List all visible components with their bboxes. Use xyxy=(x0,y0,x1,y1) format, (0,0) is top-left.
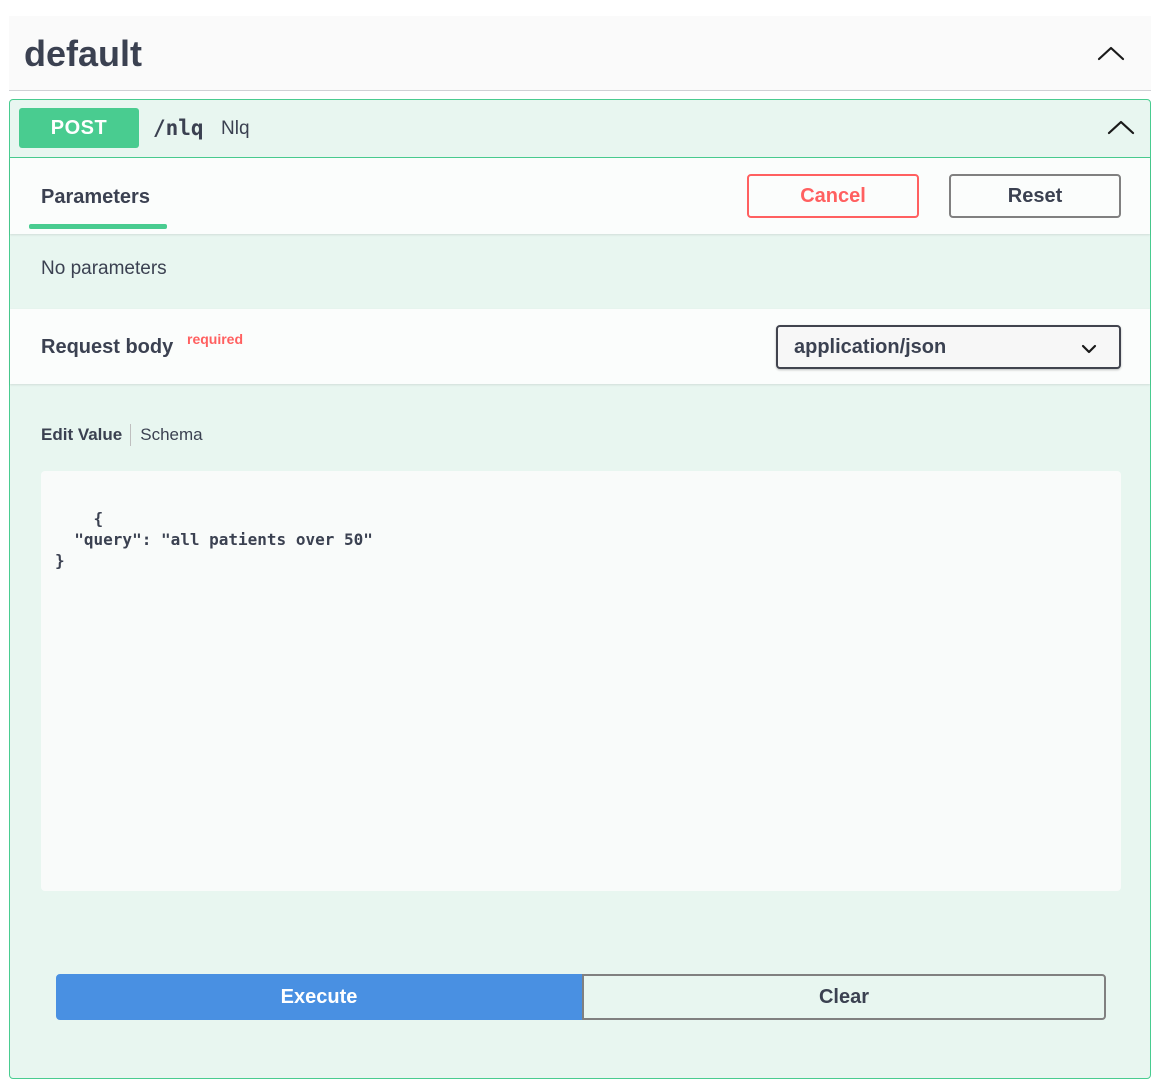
body-edit-tabs: Edit Value Schema xyxy=(41,424,203,446)
request-body-text: { "query": "all patients over 50" } xyxy=(55,509,373,570)
tab-active-indicator xyxy=(29,224,167,229)
execute-button[interactable]: Execute xyxy=(56,974,582,1020)
method-badge: POST xyxy=(19,108,139,148)
execute-actions: Execute Clear xyxy=(56,974,1106,1020)
operation-summary[interactable]: POST /nlq Nlq xyxy=(10,100,1150,158)
chevron-up-icon[interactable] xyxy=(1104,112,1138,142)
no-parameters-text: No parameters xyxy=(41,258,167,279)
tab-parameters[interactable]: Parameters xyxy=(41,185,150,209)
request-body-editor[interactable]: { "query": "all patients over 50" } xyxy=(41,471,1121,891)
tab-schema[interactable]: Schema xyxy=(131,424,202,446)
operation-block: POST /nlq Nlq Parameters Cancel Reset No… xyxy=(9,99,1151,1079)
request-body-header: Request body required application/json xyxy=(10,309,1150,384)
resize-handle-icon[interactable] xyxy=(1097,867,1119,889)
chevron-down-icon xyxy=(1081,340,1097,356)
chevron-up-icon[interactable] xyxy=(1091,38,1131,68)
request-body-title: Request body xyxy=(41,336,174,358)
tab-edit-value[interactable]: Edit Value xyxy=(41,424,132,446)
operation-path: /nlq xyxy=(153,116,204,140)
clear-button[interactable]: Clear xyxy=(582,974,1106,1020)
content-type-select[interactable]: application/json xyxy=(776,325,1121,369)
content-type-value: application/json xyxy=(794,335,947,358)
section-header[interactable]: default xyxy=(9,16,1151,91)
section-title: default xyxy=(24,33,143,74)
operation-summary-text: Nlq xyxy=(221,118,250,139)
cancel-button[interactable]: Cancel xyxy=(747,174,919,218)
reset-button[interactable]: Reset xyxy=(949,174,1121,218)
parameters-header: Parameters Cancel Reset xyxy=(10,158,1150,234)
required-badge: required xyxy=(187,331,244,347)
